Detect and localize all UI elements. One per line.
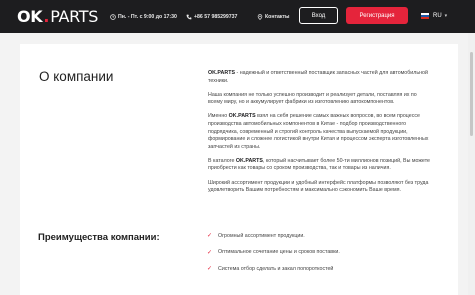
brand-name: OK.PARTS <box>208 70 235 76</box>
about-paragraph-3: Именно OK.PARTS взял на себя решение сам… <box>208 113 429 150</box>
login-button[interactable]: Вход <box>299 7 338 24</box>
about-paragraph-2: Наша компания не только успешно производ… <box>208 91 417 106</box>
contacts-link[interactable]: Контакты <box>257 12 289 22</box>
logo-dot: . <box>43 7 50 26</box>
check-icon: ✓ <box>207 249 213 256</box>
clock-icon <box>110 14 116 20</box>
about-text: OK.PARTS - надежный и ответственный пост… <box>208 70 431 201</box>
advantages-title: Преимущества компании: <box>38 232 160 243</box>
language-code: RU <box>433 13 442 19</box>
phone-number: +86 57 985299737 <box>194 14 238 20</box>
logo-ok: OK <box>17 7 43 26</box>
chevron-down-icon: ▾ <box>444 13 448 19</box>
phone-link[interactable]: +86 57 985299737 <box>186 12 237 22</box>
list-item: ✓ Огромный ассортимент продукции. <box>207 232 305 240</box>
list-item: ✓ Система отбор сделать и закал попоротко… <box>207 265 334 273</box>
about-paragraph-5: Широкий ассортимент продукции и удобный … <box>208 179 429 194</box>
scrollbar-thumb[interactable] <box>470 52 473 136</box>
about-paragraph-1: OK.PARTS - надежный и ответственный пост… <box>208 70 428 84</box>
register-button[interactable]: Регистрация <box>346 7 408 24</box>
about-paragraph-4: В каталоге OK.PARTS, который насчитывает… <box>208 157 431 172</box>
language-selector[interactable]: RU ▾ <box>421 11 447 21</box>
phone-icon <box>186 14 192 20</box>
logo[interactable]: OK. PARTS <box>17 7 99 26</box>
brand-name: OK.PARTS <box>235 157 263 164</box>
check-icon: ✓ <box>207 233 213 239</box>
site-header: OK. PARTS Пн. - Пт. с 9:00 до 17:30 +86 5… <box>0 0 475 33</box>
advantages-list: ✓ Огромный ассортимент продукции. ✓ Оптима… <box>207 231 340 281</box>
brand-name: OK.PARTS <box>228 113 256 120</box>
contacts-label: Контакты <box>265 14 290 20</box>
location-pin-icon <box>257 14 263 20</box>
russia-flag-icon <box>421 13 429 19</box>
page-title: О компании <box>39 69 114 84</box>
logo-parts: PARTS <box>50 7 99 26</box>
about-card: О компании OK.PARTS - надежный и ответст… <box>20 44 458 295</box>
working-hours-text: Пн. - Пт. с 9:00 до 17:30 <box>118 14 177 20</box>
check-icon: ✓ <box>207 266 213 272</box>
working-hours: Пн. - Пт. с 9:00 до 17:30 <box>110 12 177 22</box>
list-item: ✓ Оптимальное сочетание цены и сроков пос… <box>207 249 340 256</box>
